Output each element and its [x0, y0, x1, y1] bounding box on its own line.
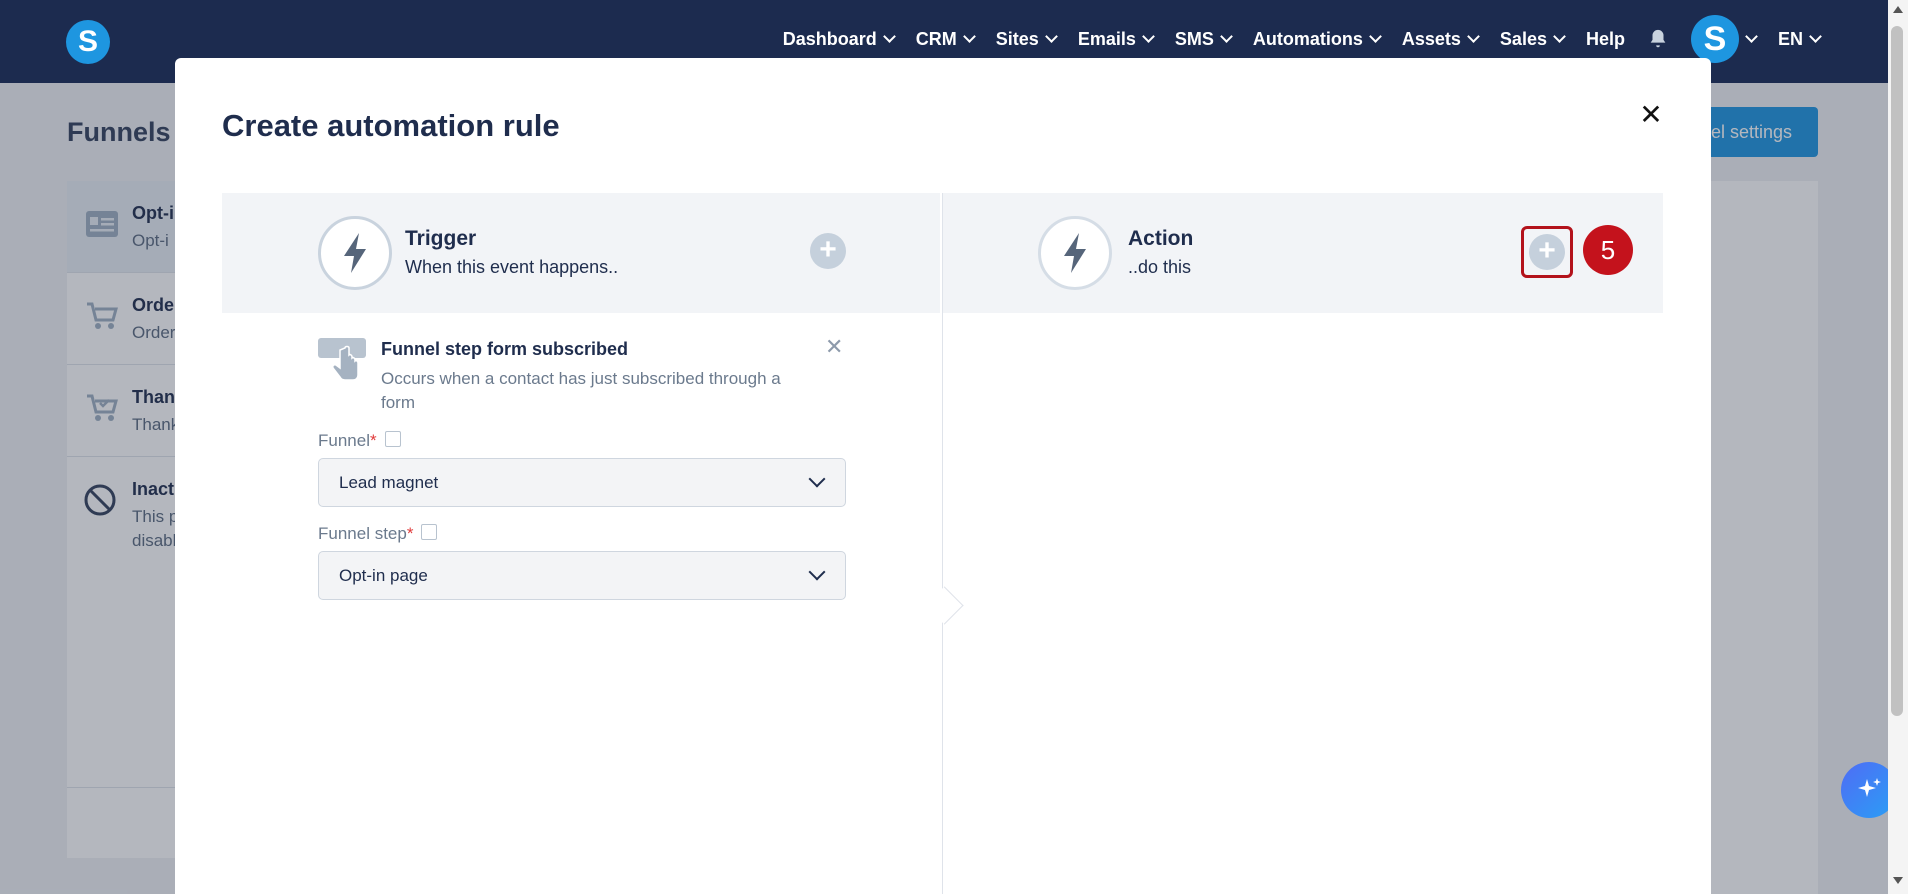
chevron-down-icon [962, 30, 976, 43]
chevron-down-icon [1809, 30, 1822, 43]
nav-label: SMS [1174, 28, 1214, 49]
required-asterisk: * [406, 524, 414, 543]
nav-sales[interactable]: Sales [1499, 28, 1566, 50]
scroll-up-arrow-icon[interactable] [1893, 6, 1903, 13]
event-title: Funnel step form subscribed [381, 339, 629, 359]
chevron-down-icon [882, 30, 896, 43]
language-select[interactable]: EN [1777, 28, 1822, 50]
nav-crm[interactable]: CRM [915, 28, 976, 50]
nav-sites[interactable]: Sites [995, 28, 1058, 50]
funnel-step-label-text: Funnel step [318, 524, 407, 543]
chevron-down-icon [1369, 30, 1382, 43]
nav-label: Emails [1077, 28, 1136, 49]
nav-emails[interactable]: Emails [1077, 28, 1155, 50]
close-icon[interactable]: ✕ [1636, 100, 1666, 130]
nav-label: CRM [915, 28, 957, 49]
required-asterisk: * [369, 431, 377, 450]
trigger-bolt-icon [318, 216, 392, 290]
remove-trigger-icon[interactable]: ✕ [825, 334, 843, 360]
action-subtitle: ..do this [1128, 257, 1192, 277]
funnel-select[interactable]: Lead magnet [318, 458, 846, 507]
nav-label: Help [1585, 28, 1625, 49]
nav-automations[interactable]: Automations [1252, 28, 1382, 50]
funnel-step-select[interactable]: Opt-in page [318, 551, 846, 600]
scroll-down-arrow-icon[interactable] [1893, 877, 1903, 884]
nav-label: Sites [995, 28, 1039, 49]
funnel-field-label: Funnel* [318, 431, 401, 451]
nav-label: Automations [1252, 28, 1363, 49]
chevron-down-icon [1467, 30, 1480, 43]
action-title: Action [1128, 227, 1194, 250]
funnel-select-value: Lead magnet [339, 473, 439, 492]
nav-label: Assets [1401, 28, 1461, 49]
user-menu[interactable]: S [1690, 15, 1758, 63]
add-action-highlight [1521, 226, 1573, 278]
scrollbar-thumb[interactable] [1891, 26, 1903, 716]
avatar: S [1690, 15, 1739, 63]
chevron-down-icon [1553, 30, 1566, 43]
chevron-down-icon [808, 470, 826, 488]
sparkle-icon [1858, 778, 1881, 797]
create-automation-modal: Create automation rule ✕ Trigger When th… [175, 58, 1711, 894]
bell-icon[interactable] [1647, 28, 1669, 50]
action-bolt-icon [1038, 216, 1112, 290]
nav-dashboard[interactable]: Dashboard [782, 28, 896, 50]
trigger-subtitle: When this event happens.. [405, 257, 619, 277]
external-link-icon[interactable] [421, 524, 438, 540]
modal-title: Create automation rule [222, 108, 560, 143]
nav-label: Dashboard [782, 28, 877, 49]
nav-label: Sales [1499, 28, 1547, 49]
language-label: EN [1777, 28, 1803, 49]
funnel-label-text: Funnel [318, 431, 370, 450]
step-number-badge: 5 [1583, 225, 1633, 275]
trigger-title: Trigger [405, 227, 477, 250]
brand-logo[interactable]: S [66, 20, 110, 64]
hand-pointer-icon [318, 338, 366, 381]
chevron-down-icon [808, 563, 826, 581]
nav-assets[interactable]: Assets [1401, 28, 1480, 50]
divider-notch [925, 586, 964, 625]
chevron-down-icon [1745, 30, 1758, 43]
funnel-step-field-label: Funnel step* [318, 524, 438, 544]
add-trigger-button[interactable]: + [810, 233, 846, 269]
event-description: Occurs when a contact has just subscribe… [381, 369, 781, 412]
funnel-step-select-value: Opt-in page [339, 566, 428, 585]
nav-help[interactable]: Help [1586, 29, 1625, 50]
chevron-down-icon [1141, 30, 1155, 43]
chevron-down-icon [1044, 30, 1058, 43]
external-link-icon[interactable] [384, 431, 401, 447]
column-divider [942, 193, 943, 894]
chevron-down-icon [1220, 30, 1233, 43]
nav-sms[interactable]: SMS [1174, 28, 1233, 50]
